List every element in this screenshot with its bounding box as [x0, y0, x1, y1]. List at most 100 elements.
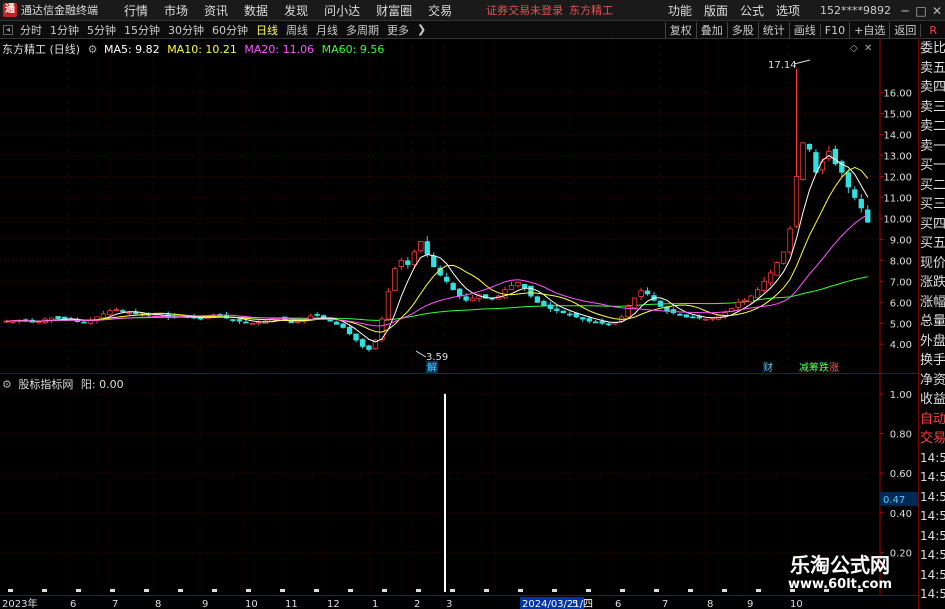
price-tick-label: 8.00 [890, 256, 912, 267]
rp-net-assets[interactable]: 净资 [919, 371, 945, 391]
period-1min[interactable]: 1分钟 [46, 22, 83, 38]
candle-body [677, 313, 683, 316]
period-intraday[interactable]: 分时 [16, 22, 46, 38]
tool-add-watchlist[interactable]: +自选 [849, 22, 889, 38]
rp-price[interactable]: 现价 [919, 254, 945, 274]
candle-body [683, 314, 690, 318]
stock-title: 东方精工 (日线) [2, 43, 81, 56]
tool-back[interactable]: 返回 [889, 22, 920, 38]
rp-sell2[interactable]: 卖二 [919, 117, 945, 137]
candle-body [385, 291, 392, 320]
menu-item-news[interactable]: 资讯 [196, 2, 236, 19]
event-tag-cai[interactable]: 财 [763, 361, 773, 374]
price-tick-label: 12.00 [883, 172, 912, 183]
rp-volume[interactable]: 总量 [919, 312, 945, 332]
period-60min[interactable]: 60分钟 [208, 22, 252, 38]
menu-item-data[interactable]: 数据 [236, 2, 276, 19]
tool-overlay[interactable]: 叠加 [695, 22, 727, 38]
period-monthly[interactable]: 月线 [312, 22, 342, 38]
rp-turnover[interactable]: 换手 [919, 351, 945, 371]
menu-item-quotes[interactable]: 行情 [116, 2, 156, 19]
price-tick-label: 4.00 [890, 340, 912, 351]
period-15min[interactable]: 15分钟 [120, 22, 164, 38]
rp-change-pct[interactable]: 涨幅 [919, 293, 945, 313]
maximize-icon[interactable]: □ [913, 4, 929, 18]
menu-item-layout[interactable]: 版面 [698, 2, 734, 19]
settings-icon[interactable]: ⚙ [88, 43, 98, 56]
menu-item-ask[interactable]: 问小达 [316, 2, 368, 19]
rp-sell4[interactable]: 卖四 [919, 78, 945, 98]
period-more[interactable]: 更多 [383, 22, 413, 38]
rp-buy5[interactable]: 买五 [919, 234, 945, 254]
ma60-label: MA60: 9.56 [321, 43, 385, 56]
indicator-baseline-mark [552, 589, 557, 592]
tool-multi-stock[interactable]: 多股 [726, 22, 758, 38]
rp-sell3[interactable]: 卖三 [919, 98, 945, 118]
chart-tools: 复权 叠加 多股 统计 画线 F10 +自选 返回 R [664, 21, 945, 39]
menu-item-options[interactable]: 选项 [770, 2, 806, 19]
candle-body [774, 262, 780, 276]
menu-item-discover[interactable]: 发现 [276, 2, 316, 19]
menu-item-trade[interactable]: 交易 [420, 2, 460, 19]
candle-body [793, 176, 800, 227]
event-tag-jian[interactable]: 减 [799, 362, 809, 374]
more-chevron-icon[interactable]: ❯ [413, 23, 430, 36]
indicator-baseline-mark [620, 589, 625, 592]
event-tag-die[interactable]: 跌 [819, 361, 829, 374]
rp-sell5[interactable]: 卖五 [919, 59, 945, 79]
tool-draw[interactable]: 画线 [788, 22, 820, 38]
tool-adjust[interactable]: 复权 [664, 22, 696, 38]
indicator-baseline-mark [484, 589, 489, 592]
rp-buy3[interactable]: 买三 [919, 195, 945, 215]
tool-stats[interactable]: 统计 [757, 22, 789, 38]
period-30min[interactable]: 30分钟 [164, 22, 208, 38]
price-tick-label: 15.00 [883, 110, 912, 121]
candle-body [411, 251, 417, 265]
chart-icon-cross[interactable]: ✕ [864, 43, 872, 54]
menu-item-function[interactable]: 功能 [662, 2, 698, 19]
period-5min[interactable]: 5分钟 [83, 22, 120, 38]
period-weekly[interactable]: 周线 [282, 22, 312, 38]
rp-outer[interactable]: 外盘 [919, 332, 945, 352]
candle-body [230, 319, 236, 321]
candle-body [120, 310, 126, 313]
tool-r-tag[interactable]: R [920, 23, 945, 37]
period-daily[interactable]: 日线 [252, 22, 282, 38]
login-notice[interactable]: 证券交易未登录 [486, 2, 563, 18]
event-tag-zhang[interactable]: 涨 [829, 362, 839, 374]
indicator-settings-icon[interactable]: ⚙ [2, 378, 12, 391]
indicator-baseline-mark [42, 589, 47, 592]
date-tick-label: 10 [245, 599, 258, 609]
chart-icon-diamond[interactable]: ◇ [850, 43, 858, 54]
rp-auto[interactable]: 自动 [919, 410, 945, 430]
candle-body [787, 228, 793, 253]
candle-body [392, 268, 398, 291]
menu-item-market[interactable]: 市场 [156, 2, 196, 19]
rp-buy4[interactable]: 买四 [919, 215, 945, 235]
user-account[interactable]: 152****9892 [820, 4, 891, 17]
rp-weibi[interactable]: 委比 [919, 39, 945, 59]
minimize-icon[interactable]: ─ [897, 4, 913, 18]
ma20-label: MA20: 11.06 [244, 43, 315, 56]
price-chart-svg: 16.00 15.00 14.00 13.00 12.00 11.00 10.00 9.00 8… [0, 39, 912, 374]
candle-body [314, 314, 320, 316]
event-tag-jie[interactable]: 解 [427, 361, 437, 374]
period-multi[interactable]: 多周期 [342, 22, 383, 38]
close-icon[interactable]: ✕ [929, 4, 945, 18]
rp-trade[interactable]: 交易 [919, 429, 945, 449]
rp-earnings[interactable]: 收益 [919, 390, 945, 410]
price-chart[interactable]: 东方精工 (日线) ⚙ MA5: 9.82 MA10: 10.21 MA20: … [0, 39, 918, 374]
rp-buy1[interactable]: 买一 [919, 156, 945, 176]
rp-sell1[interactable]: 卖一 [919, 137, 945, 157]
indicator-baseline-mark [348, 589, 353, 592]
menu-item-formula[interactable]: 公式 [734, 2, 770, 19]
menu-item-wealth[interactable]: 财富圈 [368, 2, 420, 19]
indicator-current-label: 0.47 [883, 495, 905, 506]
rp-change[interactable]: 涨跌 [919, 273, 945, 293]
event-tag-chou[interactable]: 筹 [809, 361, 819, 374]
tool-f10[interactable]: F10 [819, 23, 849, 37]
collapse-arrow-icon[interactable]: ◂ [3, 24, 13, 35]
candle-body [696, 316, 703, 319]
rp-time-1: 14:56 [920, 450, 945, 465]
rp-buy2[interactable]: 买二 [919, 176, 945, 196]
